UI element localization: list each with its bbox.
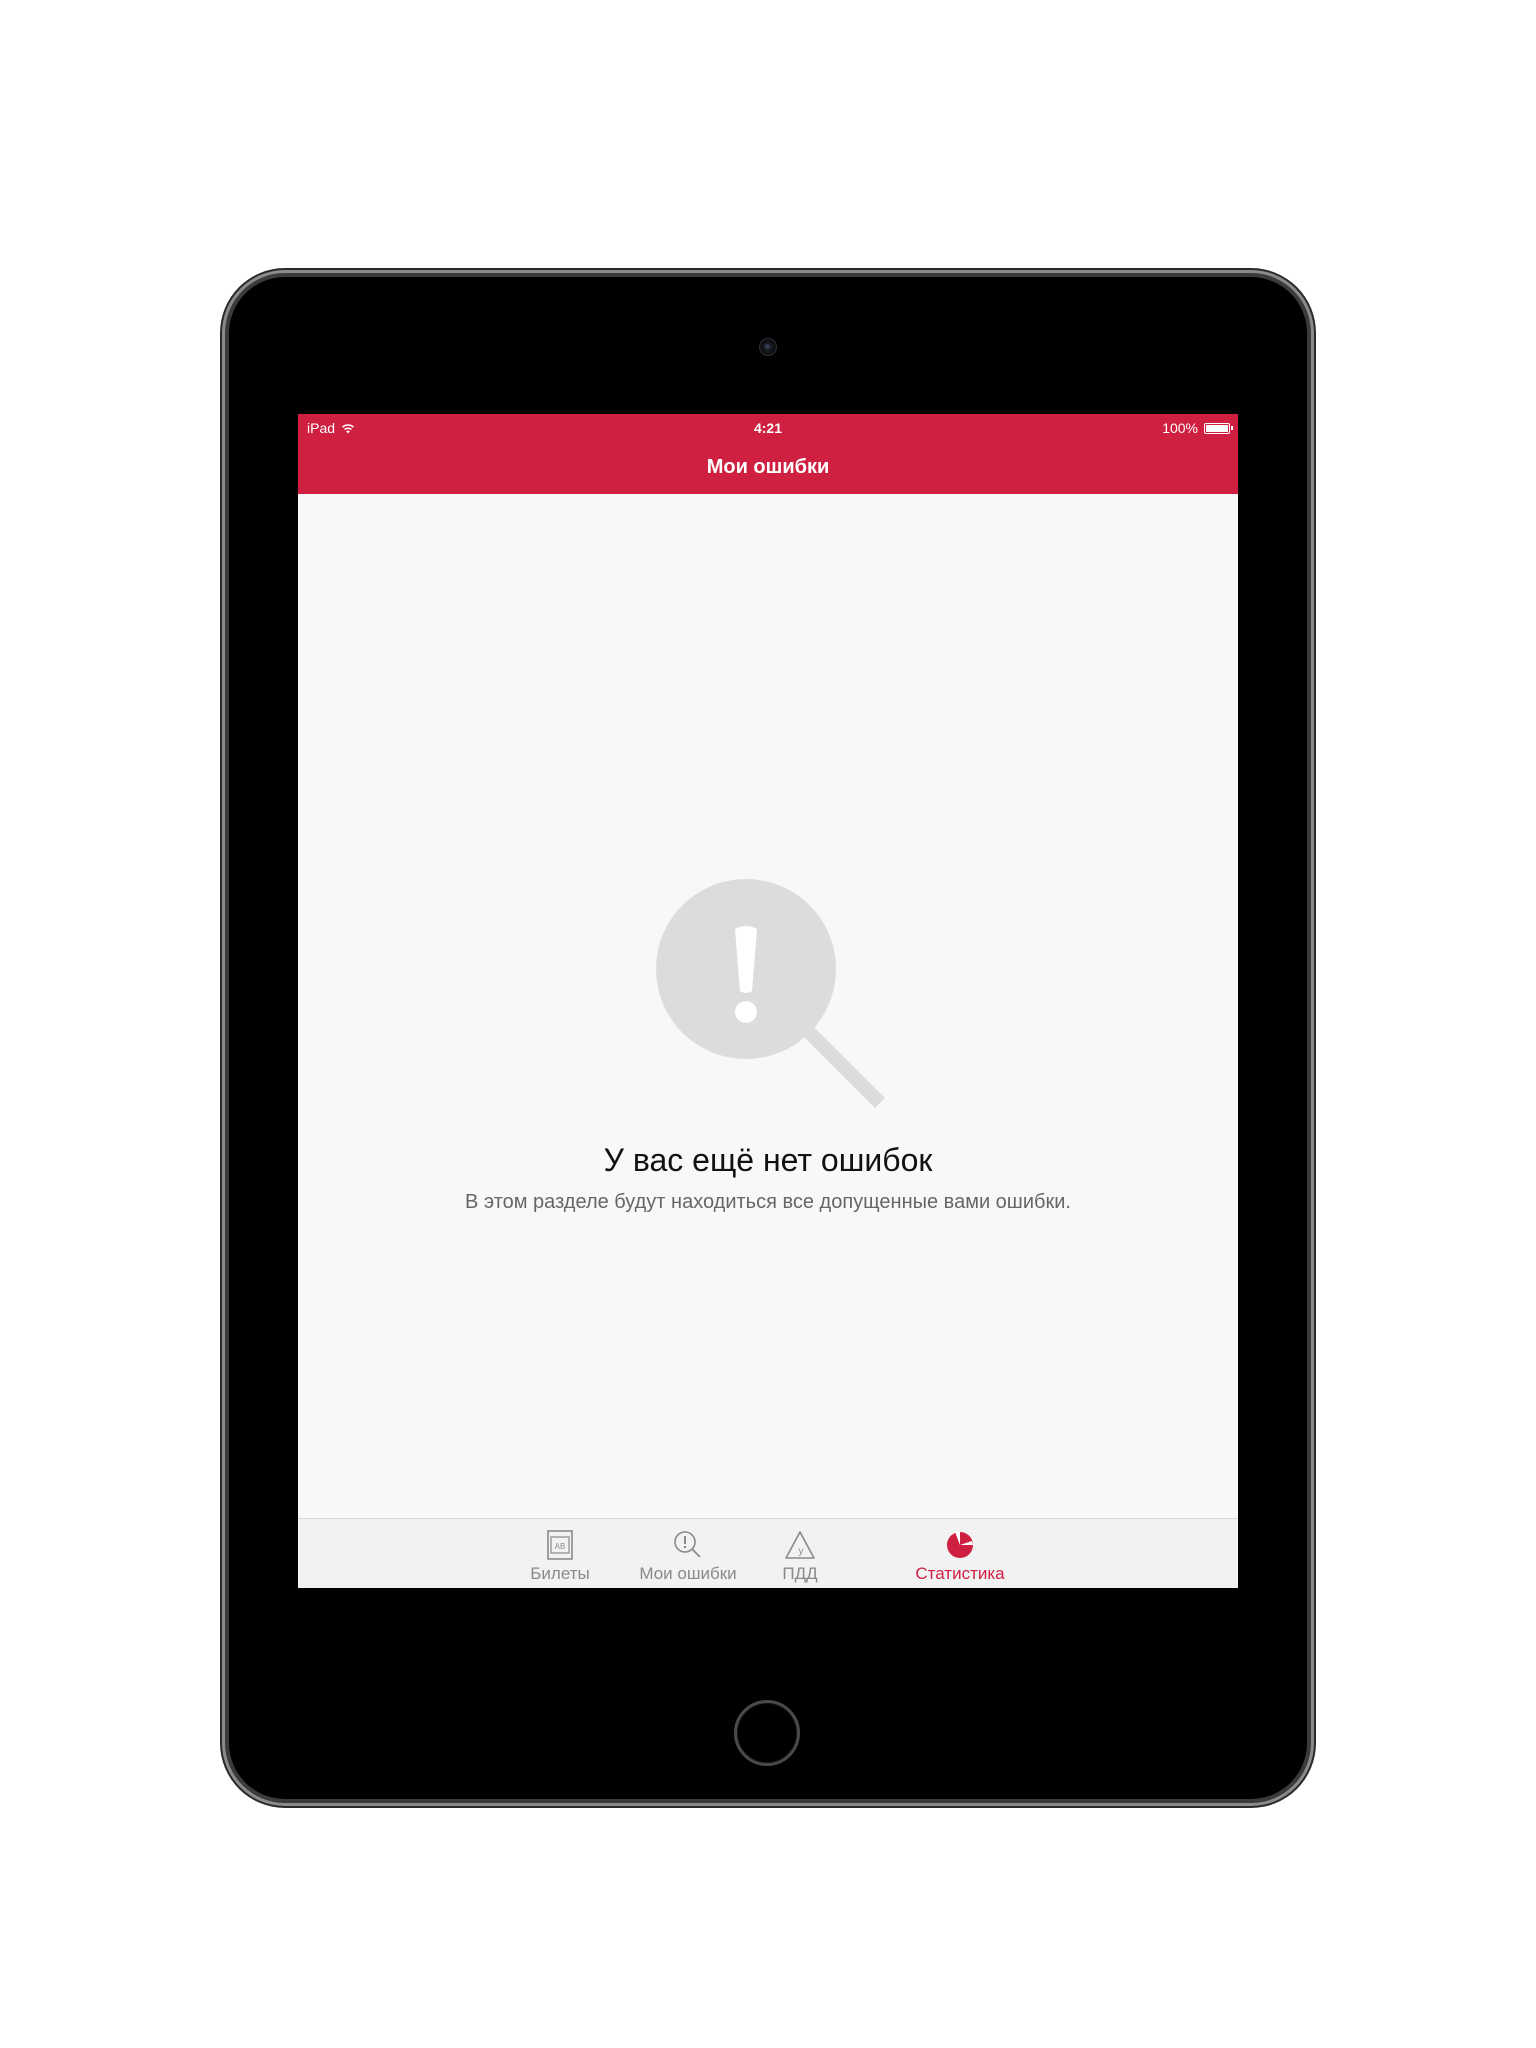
empty-state-title: У вас ещё нет ошибок bbox=[603, 1142, 933, 1178]
empty-state: У вас ещё нет ошибок В этом разделе буду… bbox=[298, 494, 1238, 1518]
status-time: 4:21 bbox=[753, 420, 783, 436]
battery-icon bbox=[1204, 422, 1233, 434]
empty-state-subtitle: В этом разделе будут находиться все допу… bbox=[465, 1191, 1071, 1213]
tab-bar: AB Билеты Мои ошибки у ПДД Статистика bbox=[298, 1518, 1238, 1588]
statistics-icon bbox=[947, 1532, 973, 1558]
status-right: 100% bbox=[1162, 420, 1233, 436]
traffic-rules-icon: у bbox=[785, 1531, 815, 1559]
status-bar: iPad 4:21 100% bbox=[298, 414, 1238, 442]
tab-label-traffic-rules: ПДД bbox=[782, 1564, 818, 1583]
navigation-bar: Мои ошибки bbox=[298, 442, 1238, 494]
app-screen: iPad 4:21 100% Мои ошибки У вас ещё нет … bbox=[298, 414, 1238, 1588]
battery-percent: 100% bbox=[1162, 420, 1198, 436]
tab-statistics[interactable]: Статистика bbox=[905, 1519, 1015, 1588]
magnifier-exclamation-icon bbox=[656, 879, 885, 1108]
tab-label-statistics: Статистика bbox=[915, 1564, 1005, 1583]
tab-label-my-errors: Мои ошибки bbox=[639, 1564, 737, 1583]
tab-traffic-rules[interactable]: у ПДД bbox=[770, 1519, 830, 1588]
my-errors-icon bbox=[674, 1531, 701, 1558]
ipad-device-frame: iPad 4:21 100% Мои ошибки У вас ещё нет … bbox=[229, 277, 1307, 1799]
tickets-icon-text: AB bbox=[555, 1542, 566, 1551]
tab-tickets[interactable]: AB Билеты bbox=[520, 1519, 600, 1588]
traffic-rules-icon-text: у bbox=[799, 1546, 804, 1557]
front-camera bbox=[760, 339, 776, 355]
home-button[interactable] bbox=[734, 1700, 800, 1766]
page: iPad 4:21 100% Мои ошибки У вас ещё нет … bbox=[0, 0, 1536, 2048]
tickets-icon: AB bbox=[547, 1530, 573, 1560]
page-title: Мои ошибки bbox=[706, 456, 830, 478]
tab-label-tickets: Билеты bbox=[530, 1564, 590, 1583]
tab-my-errors[interactable]: Мои ошибки bbox=[628, 1519, 748, 1588]
